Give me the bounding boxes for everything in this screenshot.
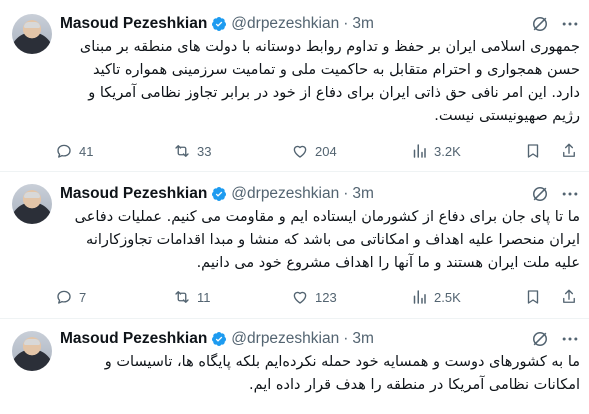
repost-icon [175,145,189,157]
avatar[interactable] [12,184,52,224]
separator-dot: · [343,15,349,32]
tweet-text: جمهوری اسلامی ایران بر حفظ و تداوم روابط… [79,39,580,124]
reply-button[interactable]: 7 [55,288,86,306]
repost-button[interactable]: 11 [173,288,211,306]
bookmark-button[interactable] [524,142,542,160]
more-icon[interactable] [560,184,580,204]
like-count: 204 [315,143,337,159]
reply-button[interactable]: 41 [55,142,93,160]
views-icon [413,290,426,304]
grok-icon[interactable] [530,184,550,204]
tweet-header: Masoud Pezeshkian @drpezeshkian · 3m [60,13,374,35]
share-icon [563,143,575,157]
author-handle[interactable]: @drpezeshkian [231,330,339,348]
separator-dot: · [343,330,349,347]
reply-icon [57,144,71,158]
repost-icon [175,291,189,303]
like-icon [293,291,307,304]
like-icon [293,145,307,158]
bookmark-icon [527,144,539,158]
more-icon[interactable] [560,329,580,349]
action-bar: 41 33 204 3.2K [55,142,585,164]
views-count: 3.2K [434,143,461,159]
grok-icon[interactable] [530,329,550,349]
timestamp[interactable]: 3m [352,15,374,33]
author-handle[interactable]: @drpezeshkian [231,185,339,203]
grok-icon[interactable] [530,14,550,34]
views-button[interactable]: 3.2K [410,142,461,160]
tweet-header: Masoud Pezeshkian @drpezeshkian · 3m [60,328,374,350]
verified-badge-icon [212,332,227,346]
like-button[interactable]: 123 [291,288,337,306]
like-count: 123 [315,289,337,305]
separator-dot: · [343,185,349,202]
more-icon[interactable] [560,14,580,34]
timestamp[interactable]: 3m [352,330,374,348]
avatar[interactable] [12,331,52,371]
author-name[interactable]: Masoud Pezeshkian [60,330,207,348]
tweet[interactable]: Masoud Pezeshkian @drpezeshkian · 3m جمه… [0,0,589,171]
repost-count: 11 [197,289,211,305]
bookmark-icon [527,290,539,304]
repost-count: 33 [197,143,212,159]
views-count: 2.5K [434,289,461,305]
views-icon [413,144,426,158]
action-bar: 7 11 123 2.5K [55,288,585,310]
tweet-text: ما تا پای جان برای دفاع از کشورمان ایستا… [74,209,580,271]
repost-button[interactable]: 33 [173,142,211,160]
timestamp[interactable]: 3m [352,185,374,203]
share-button[interactable] [560,142,578,160]
author-name[interactable]: Masoud Pezeshkian [60,185,207,203]
share-button[interactable] [560,288,578,306]
share-icon [563,289,575,303]
tweet[interactable]: Masoud Pezeshkian @drpezeshkian · 3m ما … [0,319,589,414]
views-button[interactable]: 2.5K [410,288,461,306]
tweet-text: ما به کشورهای دوست و همسایه خود حمله نکر… [104,354,580,393]
tweet[interactable]: Masoud Pezeshkian @drpezeshkian · 3m ما … [0,172,589,318]
reply-count: 7 [79,289,87,305]
bookmark-button[interactable] [524,288,542,306]
author-name[interactable]: Masoud Pezeshkian [60,15,207,33]
tweet-header: Masoud Pezeshkian @drpezeshkian · 3m [60,183,374,205]
reply-count: 41 [79,143,94,159]
like-button[interactable]: 204 [291,142,337,160]
author-handle[interactable]: @drpezeshkian [231,15,339,33]
reply-icon [57,290,71,304]
avatar[interactable] [12,14,52,54]
verified-badge-icon [212,17,227,31]
verified-badge-icon [212,187,227,201]
